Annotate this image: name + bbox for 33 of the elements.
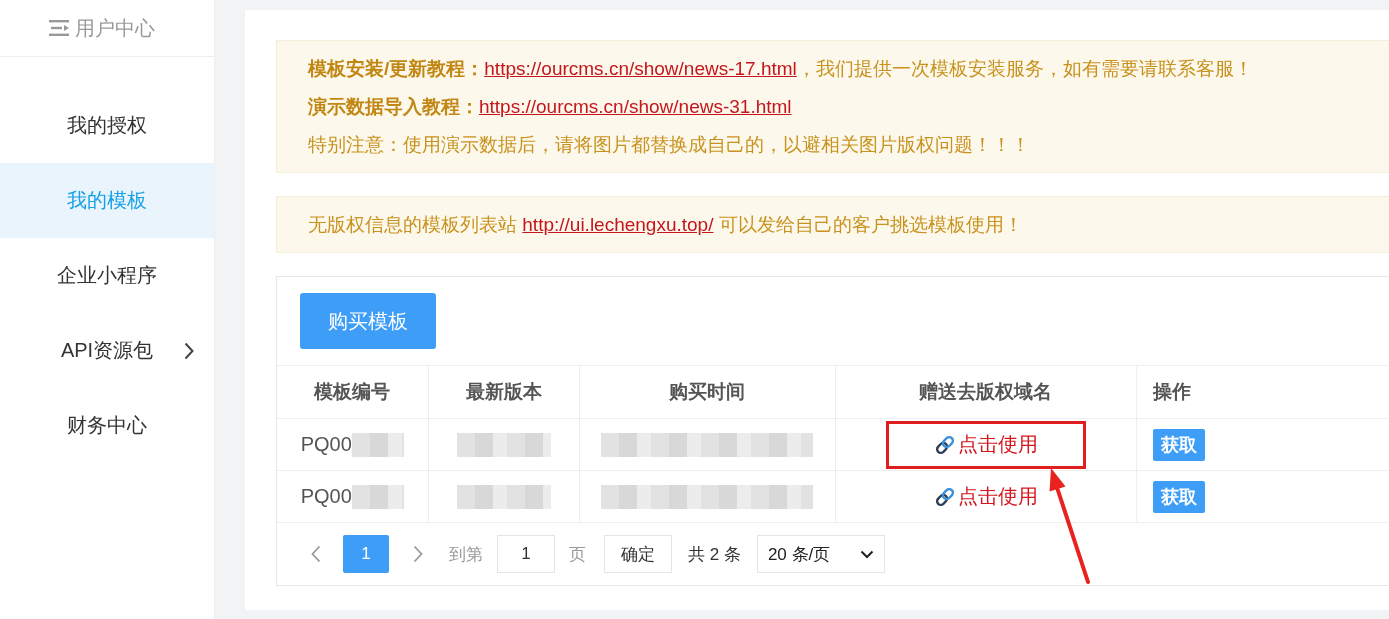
- sidebar-item[interactable]: API资源包: [0, 313, 214, 388]
- chevron-down-icon: [859, 549, 874, 559]
- notice-text: 特别注意：使用演示数据后，请将图片都替换成自己的，以避相关图片版权问题！！！: [308, 133, 1031, 157]
- confirm-button[interactable]: 确定: [604, 535, 672, 573]
- use-link[interactable]: 点击使用: [957, 483, 1038, 510]
- table-cell: PQ00: [300, 433, 352, 456]
- page-unit-label: 页: [569, 543, 586, 566]
- link[interactable]: https://ourcms.cn/show/news-31.html: [479, 96, 792, 117]
- link-icon: [933, 433, 956, 456]
- page-size-select[interactable]: 20 条/页: [756, 535, 885, 573]
- table-cell: PQ00: [300, 485, 352, 508]
- column-header: 操作: [1136, 365, 1389, 419]
- notice-text: 无版权信息的模板列表站 http://ui.lechengxu.top/ 可以发给自己的客户挑选模板使用！: [308, 213, 1024, 237]
- sidebar-item[interactable]: 我的授权: [0, 88, 214, 163]
- link[interactable]: http://ui.lechengxu.top/: [522, 214, 714, 235]
- total-count: 共 2 条: [688, 543, 741, 566]
- link-icon: [933, 485, 956, 508]
- sidebar-item[interactable]: 企业小程序: [0, 238, 214, 313]
- notice-text: 模板安装/更新教程：https://ourcms.cn/show/news-17.html，我们提供一次模板安装服务，如有需要请联系客服！: [308, 57, 1254, 81]
- link[interactable]: https://ourcms.cn/show/news-17.html: [484, 58, 797, 79]
- chevron-left-icon: [311, 545, 321, 563]
- notice-text: 演示数据导入教程：https://ourcms.cn/show/news-31.html: [308, 95, 793, 119]
- column-header: 赠送去版权域名: [835, 365, 1136, 419]
- column-header: 购买时间: [579, 365, 835, 419]
- column-header: 最新版本: [428, 365, 579, 419]
- sidebar-item[interactable]: 财务中心: [0, 388, 214, 463]
- sidebar-title: 用户中心: [75, 15, 155, 41]
- chevron-right-icon: [413, 545, 423, 563]
- goto-label: 到第: [449, 543, 483, 566]
- use-link[interactable]: 点击使用: [957, 431, 1038, 458]
- menu-icon[interactable]: [49, 20, 69, 36]
- column-header: 模板编号: [277, 365, 428, 419]
- page-input[interactable]: 1: [497, 535, 555, 573]
